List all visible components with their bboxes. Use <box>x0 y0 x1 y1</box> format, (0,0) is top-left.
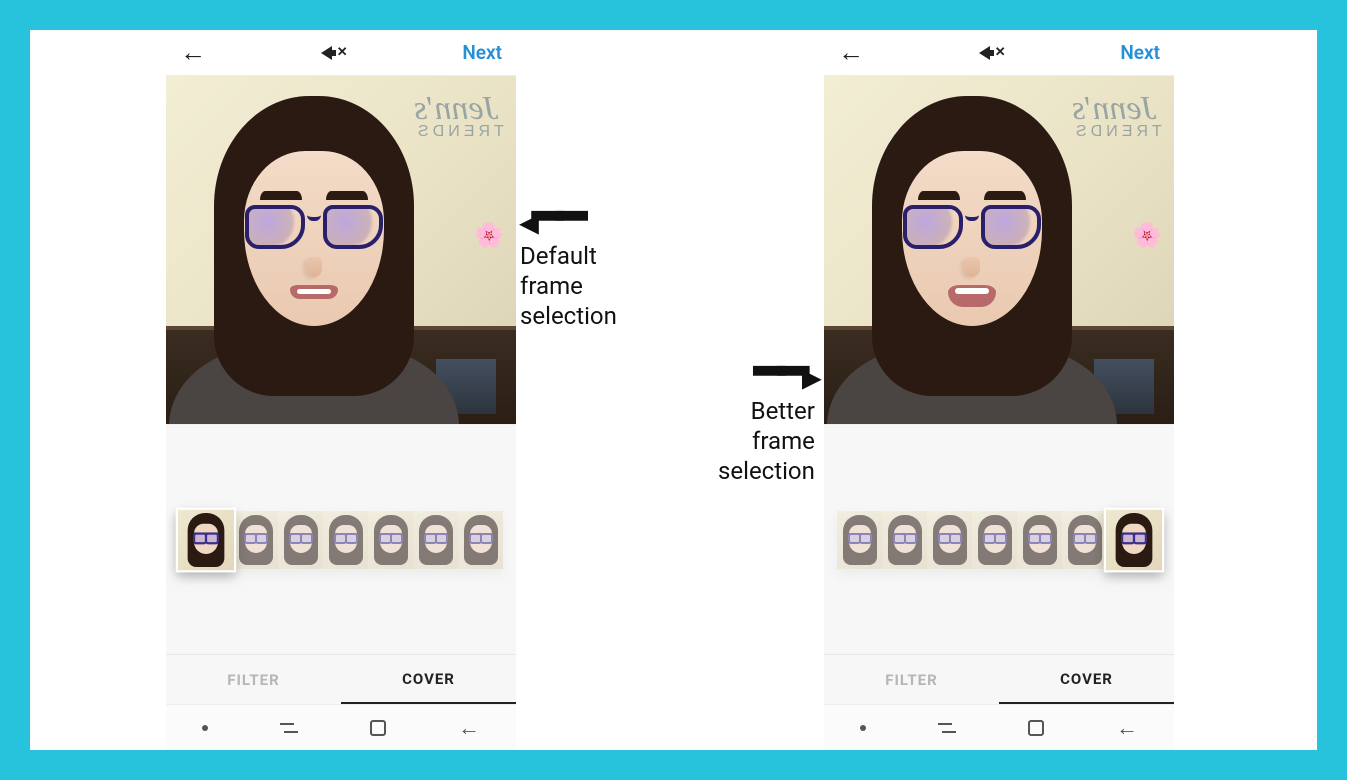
back-icon[interactable]: ← <box>176 33 210 72</box>
flower-decoration: 🌸 <box>474 221 504 249</box>
editor-topbar: ← ✕ Next <box>824 30 1174 75</box>
android-navbar: ← <box>824 704 1174 750</box>
filmstrip-frame[interactable] <box>233 511 278 569</box>
filmstrip-area <box>824 425 1174 654</box>
nav-back-icon[interactable]: ← <box>458 715 480 741</box>
phone-screenshot-better: ← ✕ Next Jenn's TRENDS 🌸 <box>824 30 1174 750</box>
editor-tabs: FILTER COVER <box>166 654 516 704</box>
nav-recents-icon[interactable] <box>938 723 956 733</box>
android-navbar: ← <box>166 704 516 750</box>
annotation-default: Default frame selection <box>520 210 617 331</box>
cover-filmstrip[interactable] <box>837 511 1161 569</box>
filmstrip-frame[interactable] <box>927 511 972 569</box>
tab-cover[interactable]: COVER <box>341 655 516 704</box>
annotation-better: Better frame selection <box>718 365 815 486</box>
nav-home-icon[interactable] <box>370 720 386 736</box>
annotation-text: Default frame selection <box>520 241 617 331</box>
tab-filter[interactable]: FILTER <box>166 655 341 704</box>
back-icon[interactable]: ← <box>834 33 868 72</box>
filmstrip-frame[interactable] <box>1105 508 1163 571</box>
filmstrip-frame[interactable] <box>837 511 882 569</box>
arrow-left-icon <box>520 210 617 227</box>
nav-assistant-icon[interactable] <box>860 725 866 731</box>
filmstrip-area <box>166 425 516 654</box>
editor-topbar: ← ✕ Next <box>166 30 516 75</box>
comparison-canvas: ← ✕ Next Jenn's TRENDS 🌸 <box>30 30 1317 750</box>
cover-filmstrip[interactable] <box>179 511 503 569</box>
editor-tabs: FILTER COVER <box>824 654 1174 704</box>
filmstrip-frame[interactable] <box>278 511 323 569</box>
arrow-right-icon <box>718 365 815 382</box>
nav-assistant-icon[interactable] <box>202 725 208 731</box>
filmstrip-frame[interactable] <box>323 511 368 569</box>
flower-decoration: 🌸 <box>1132 221 1162 249</box>
filmstrip-frame[interactable] <box>413 511 458 569</box>
person-portrait <box>181 96 446 425</box>
filmstrip-frame[interactable] <box>1062 511 1107 569</box>
video-cover-preview: Jenn's TRENDS 🌸 <box>824 75 1174 425</box>
mute-icon[interactable]: ✕ <box>979 45 1006 60</box>
filmstrip-frame[interactable] <box>177 508 235 571</box>
phone-screenshot-default: ← ✕ Next Jenn's TRENDS 🌸 <box>166 30 516 750</box>
tab-cover[interactable]: COVER <box>999 655 1174 704</box>
filmstrip-frame[interactable] <box>368 511 413 569</box>
nav-recents-icon[interactable] <box>280 723 298 733</box>
video-cover-preview: Jenn's TRENDS 🌸 <box>166 75 516 425</box>
tab-filter[interactable]: FILTER <box>824 655 999 704</box>
annotation-text: Better frame selection <box>718 396 815 486</box>
filmstrip-frame[interactable] <box>458 511 503 569</box>
next-button[interactable]: Next <box>1116 37 1164 68</box>
person-portrait <box>839 96 1104 425</box>
nav-back-icon[interactable]: ← <box>1116 715 1138 741</box>
next-button[interactable]: Next <box>458 37 506 68</box>
filmstrip-frame[interactable] <box>1017 511 1062 569</box>
mute-icon[interactable]: ✕ <box>321 45 348 60</box>
filmstrip-frame[interactable] <box>882 511 927 569</box>
filmstrip-frame[interactable] <box>972 511 1017 569</box>
nav-home-icon[interactable] <box>1028 720 1044 736</box>
